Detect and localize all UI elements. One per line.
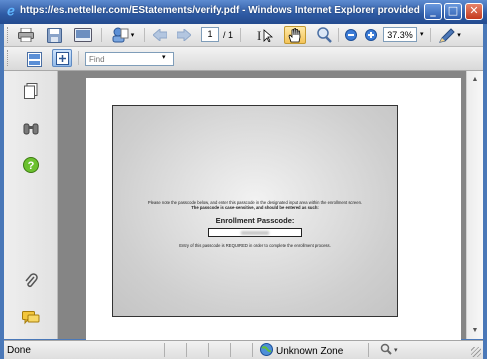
zoom-tool-button[interactable] [314, 26, 334, 44]
collaborate-button[interactable]: ▾ [108, 26, 138, 44]
navigation-pane: ? [4, 71, 58, 339]
toolbar-separator [430, 28, 431, 42]
required-note: Entry of this passcode is REQUIRED in or… [179, 243, 331, 248]
zoom-in-button[interactable] [364, 26, 378, 44]
status-divider [368, 343, 369, 357]
binoculars-icon [23, 121, 39, 140]
toolbar-grip[interactable] [7, 27, 11, 43]
fit-page-view-button[interactable] [52, 49, 72, 67]
zoom-in-icon [365, 29, 377, 41]
single-page-view-button[interactable] [24, 50, 44, 68]
maximize-button[interactable]: □ [444, 3, 462, 20]
magnifier-icon [380, 343, 392, 357]
scroll-up-button[interactable]: ▲ [468, 73, 482, 86]
zoom-status-button[interactable]: ▾ [380, 343, 398, 357]
status-divider [252, 343, 253, 357]
zoom-tool-icon [316, 27, 332, 43]
chevron-up-icon: ▲ [471, 76, 479, 83]
paperclip-icon [24, 272, 38, 294]
resize-grip[interactable] [471, 347, 481, 357]
page-number-input[interactable] [201, 27, 219, 42]
save-icon [46, 27, 62, 43]
instruction-line-2: The passcode is case-sensitive, and shou… [191, 205, 319, 210]
toolbar-separator [78, 51, 79, 65]
email-button[interactable] [72, 26, 94, 44]
ie-icon: ℯ [7, 3, 15, 18]
status-bar: Done Unknown Zone ▾ [4, 340, 483, 359]
status-divider [164, 343, 165, 357]
zone-label: Unknown Zone [276, 345, 344, 357]
pages-icon [24, 82, 38, 104]
acrobat-toolbar: ▾ / 1 I [4, 24, 483, 47]
browser-window: ℯ https://es.netteller.com/EStatements/v… [0, 0, 487, 359]
previous-page-button[interactable] [152, 26, 168, 44]
zoom-out-button[interactable] [344, 26, 358, 44]
collaborate-icon [112, 27, 129, 43]
zoom-level-input[interactable] [383, 27, 417, 42]
window-title: https://es.netteller.com/EStatements/ver… [20, 5, 420, 16]
status-text: Done [7, 345, 31, 356]
passcode-value-box [208, 228, 302, 237]
chevron-down-icon: ▼ [471, 327, 479, 334]
toolbar-separator [101, 28, 102, 42]
zoom-dropdown-arrow[interactable]: ▾ [420, 30, 424, 38]
printer-icon [18, 28, 34, 42]
arrow-left-icon [153, 29, 167, 41]
save-button[interactable] [44, 26, 64, 44]
chevron-down-icon: ▾ [457, 32, 461, 39]
toolbar-separator [338, 28, 339, 42]
pages-panel-button[interactable] [22, 82, 40, 104]
scroll-down-button[interactable]: ▼ [468, 324, 482, 337]
comments-icon [22, 310, 40, 330]
document-viewport[interactable]: Please note the passcode below, and ente… [58, 71, 466, 340]
text-select-icon: I [257, 28, 273, 42]
vertical-scrollbar[interactable]: ▲ ▼ [466, 71, 483, 339]
fit-page-icon [55, 51, 69, 65]
arrow-right-icon [177, 29, 191, 41]
passcode-panel: Please note the passcode below, and ente… [112, 105, 398, 317]
pdf-page: Please note the passcode below, and ente… [86, 78, 461, 340]
print-button[interactable] [16, 26, 36, 44]
next-page-button[interactable] [176, 26, 192, 44]
zoom-out-icon [345, 29, 357, 41]
find-input[interactable] [85, 52, 174, 66]
help-icon: ? [23, 156, 39, 178]
passcode-instructions: Please note the passcode below, and ente… [119, 200, 391, 210]
status-divider [186, 343, 187, 357]
close-button[interactable]: ✕ [465, 3, 483, 20]
page-total: / 1 [223, 30, 234, 40]
chevron-down-icon: ▾ [130, 32, 135, 39]
status-divider [208, 343, 209, 357]
security-zone[interactable]: Unknown Zone [260, 343, 343, 359]
find-toolbar: ▾ [4, 47, 483, 71]
svg-text:?: ? [28, 160, 35, 172]
single-page-icon [26, 51, 42, 67]
email-icon [74, 28, 92, 42]
attachments-panel-button[interactable] [22, 272, 40, 294]
minimize-button[interactable]: _ [424, 3, 442, 20]
find-dropdown-arrow[interactable]: ▾ [162, 53, 166, 61]
toolbar-separator [240, 28, 241, 42]
pen-icon [439, 27, 455, 43]
hand-icon [288, 27, 302, 43]
svg-text:I: I [257, 28, 261, 42]
search-panel-button[interactable] [22, 121, 40, 139]
status-divider [230, 343, 231, 357]
hand-tool-button[interactable] [284, 26, 306, 44]
sign-button[interactable]: ▾ [436, 26, 464, 44]
help-panel-button[interactable]: ? [22, 156, 40, 178]
passcode-label: Enrollment Passcode: [215, 216, 295, 225]
globe-icon [260, 343, 273, 359]
toolbar-grip[interactable] [7, 50, 11, 66]
title-bar[interactable]: ℯ https://es.netteller.com/EStatements/v… [0, 0, 487, 24]
chevron-down-icon: ▾ [394, 347, 398, 354]
select-text-button[interactable]: I [256, 26, 274, 44]
comments-panel-button[interactable] [22, 310, 40, 330]
toolbar-separator [144, 28, 145, 42]
